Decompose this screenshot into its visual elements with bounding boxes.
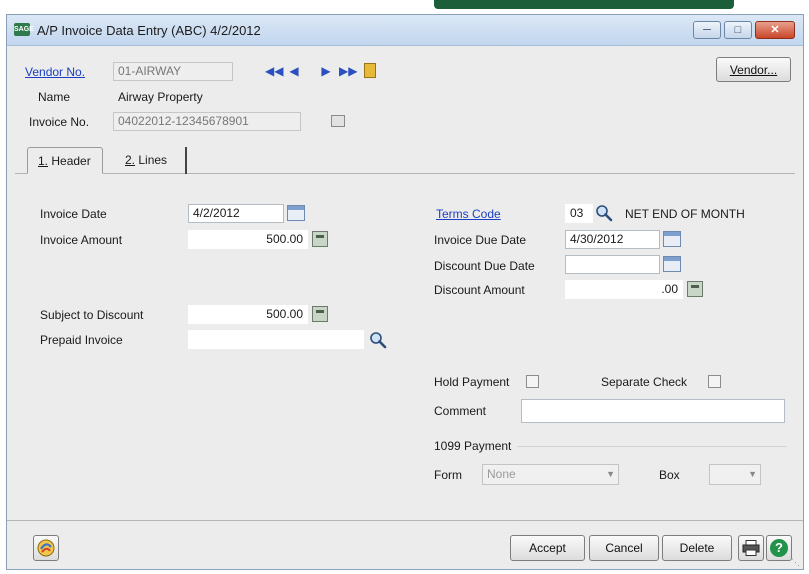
comment-label: Comment (434, 404, 487, 418)
vendor-no-field[interactable]: 01-AIRWAY (113, 62, 233, 81)
discount-amount-calculator-icon[interactable] (687, 281, 703, 297)
vendor-no-link[interactable]: Vendor No. (25, 65, 85, 79)
restore-button[interactable]: □ (724, 21, 752, 39)
separate-check-label: Separate Check (601, 375, 688, 389)
name-label: Name (38, 90, 71, 104)
customizer-swirl-icon (37, 539, 55, 557)
invoice-amount-calculator-icon[interactable] (312, 231, 328, 247)
customizer-button[interactable] (33, 535, 59, 561)
cancel-button[interactable]: Cancel (589, 535, 659, 561)
invoice-date-field[interactable]: 4/2/2012 (188, 204, 284, 223)
vendor-memo-icon[interactable] (364, 63, 376, 78)
invoice-amount-field[interactable]: 500.00 (188, 230, 308, 249)
discount-due-date-field[interactable] (565, 255, 660, 274)
chevron-down-icon: ▼ (606, 469, 615, 479)
box-select[interactable]: ▼ (709, 464, 761, 485)
invoice-due-date-field[interactable]: 4/30/2012 (565, 230, 660, 249)
accept-button-label: Accept (529, 541, 566, 555)
chevron-down-icon: ▼ (748, 469, 757, 479)
invoice-date-label: Invoice Date (40, 207, 107, 221)
tab-header-number: 1. (38, 154, 49, 168)
vendor-button[interactable]: Vendor... (716, 57, 791, 82)
1099-group-divider (517, 446, 787, 447)
comment-field[interactable] (521, 399, 785, 423)
nav-next-icon[interactable]: ▶ (319, 65, 333, 77)
due-date-calendar-icon[interactable] (663, 231, 681, 247)
hold-payment-checkbox[interactable] (526, 375, 539, 388)
terms-description: NET END OF MONTH (625, 207, 745, 221)
tab-lines-label: Lines (138, 153, 168, 167)
invoice-history-icon[interactable] (331, 115, 345, 127)
subject-to-discount-label: Subject to Discount (40, 308, 144, 322)
tab-header-label: Header (51, 154, 91, 168)
hold-payment-label: Hold Payment (434, 375, 510, 389)
accept-button[interactable]: Accept (510, 535, 585, 561)
subject-to-discount-field[interactable]: 500.00 (188, 305, 308, 324)
background-banner (434, 0, 734, 9)
app-logo-icon: SAGE (14, 23, 34, 36)
printer-icon (742, 540, 760, 556)
title-bar[interactable]: SAGE A/P Invoice Data Entry (ABC) 4/2/20… (7, 15, 803, 46)
invoice-no-field[interactable]: 04022012-12345678901 (113, 112, 301, 131)
delete-button-label: Delete (679, 541, 715, 555)
vendor-name-value: Airway Property (118, 90, 203, 104)
form-select-value: None (487, 467, 516, 481)
cancel-button-label: Cancel (605, 541, 643, 555)
prepaid-lookup-magnifier-icon[interactable] (369, 331, 387, 349)
discount-due-date-label: Discount Due Date (434, 259, 535, 273)
prepaid-invoice-field[interactable] (188, 330, 364, 349)
vendor-button-label: Vendor... (729, 63, 778, 77)
resize-grip-icon[interactable]: ⋱ (791, 557, 801, 567)
form-label: Form (434, 468, 462, 482)
invoice-date-calendar-icon[interactable] (287, 205, 305, 221)
nav-previous-icon[interactable]: ◀ (287, 65, 301, 77)
discount-due-calendar-icon[interactable] (663, 256, 681, 272)
tab-lines[interactable]: 2. Lines (115, 147, 187, 174)
minimize-button[interactable]: ─ (693, 21, 721, 39)
terms-lookup-magnifier-icon[interactable] (595, 204, 613, 222)
minimize-icon: ─ (703, 24, 711, 36)
tab-lines-number: 2. (125, 153, 136, 167)
invoice-amount-label: Invoice Amount (40, 233, 123, 247)
invoice-due-date-label: Invoice Due Date (434, 233, 527, 247)
delete-button[interactable]: Delete (662, 535, 732, 561)
separate-check-checkbox[interactable] (708, 375, 721, 388)
discount-amount-label: Discount Amount (434, 283, 525, 297)
terms-code-link[interactable]: Terms Code (436, 207, 501, 221)
restore-icon: □ (734, 24, 742, 36)
help-question-icon: ? (770, 539, 788, 557)
close-icon: ✕ (770, 24, 780, 36)
box-label: Box (659, 468, 680, 482)
subject-discount-calculator-icon[interactable] (312, 306, 328, 322)
close-button[interactable]: ✕ (755, 21, 795, 39)
prepaid-invoice-label: Prepaid Invoice (40, 333, 123, 347)
footer-separator (7, 520, 803, 521)
help-button[interactable]: ? (766, 535, 792, 561)
form-select[interactable]: None ▼ (482, 464, 619, 485)
nav-first-icon[interactable]: ◀◀ (265, 65, 283, 77)
nav-last-icon[interactable]: ▶▶ (339, 65, 357, 77)
invoice-no-label: Invoice No. (29, 115, 90, 129)
tab-header[interactable]: 1. Header (27, 147, 103, 174)
1099-payment-label: 1099 Payment (434, 439, 512, 453)
discount-amount-field[interactable]: .00 (565, 280, 683, 299)
window-title: A/P Invoice Data Entry (ABC) 4/2/2012 (37, 23, 261, 38)
print-button[interactable] (738, 535, 764, 561)
invoice-entry-window: SAGE A/P Invoice Data Entry (ABC) 4/2/20… (6, 14, 804, 570)
terms-code-field[interactable]: 03 (565, 204, 593, 223)
